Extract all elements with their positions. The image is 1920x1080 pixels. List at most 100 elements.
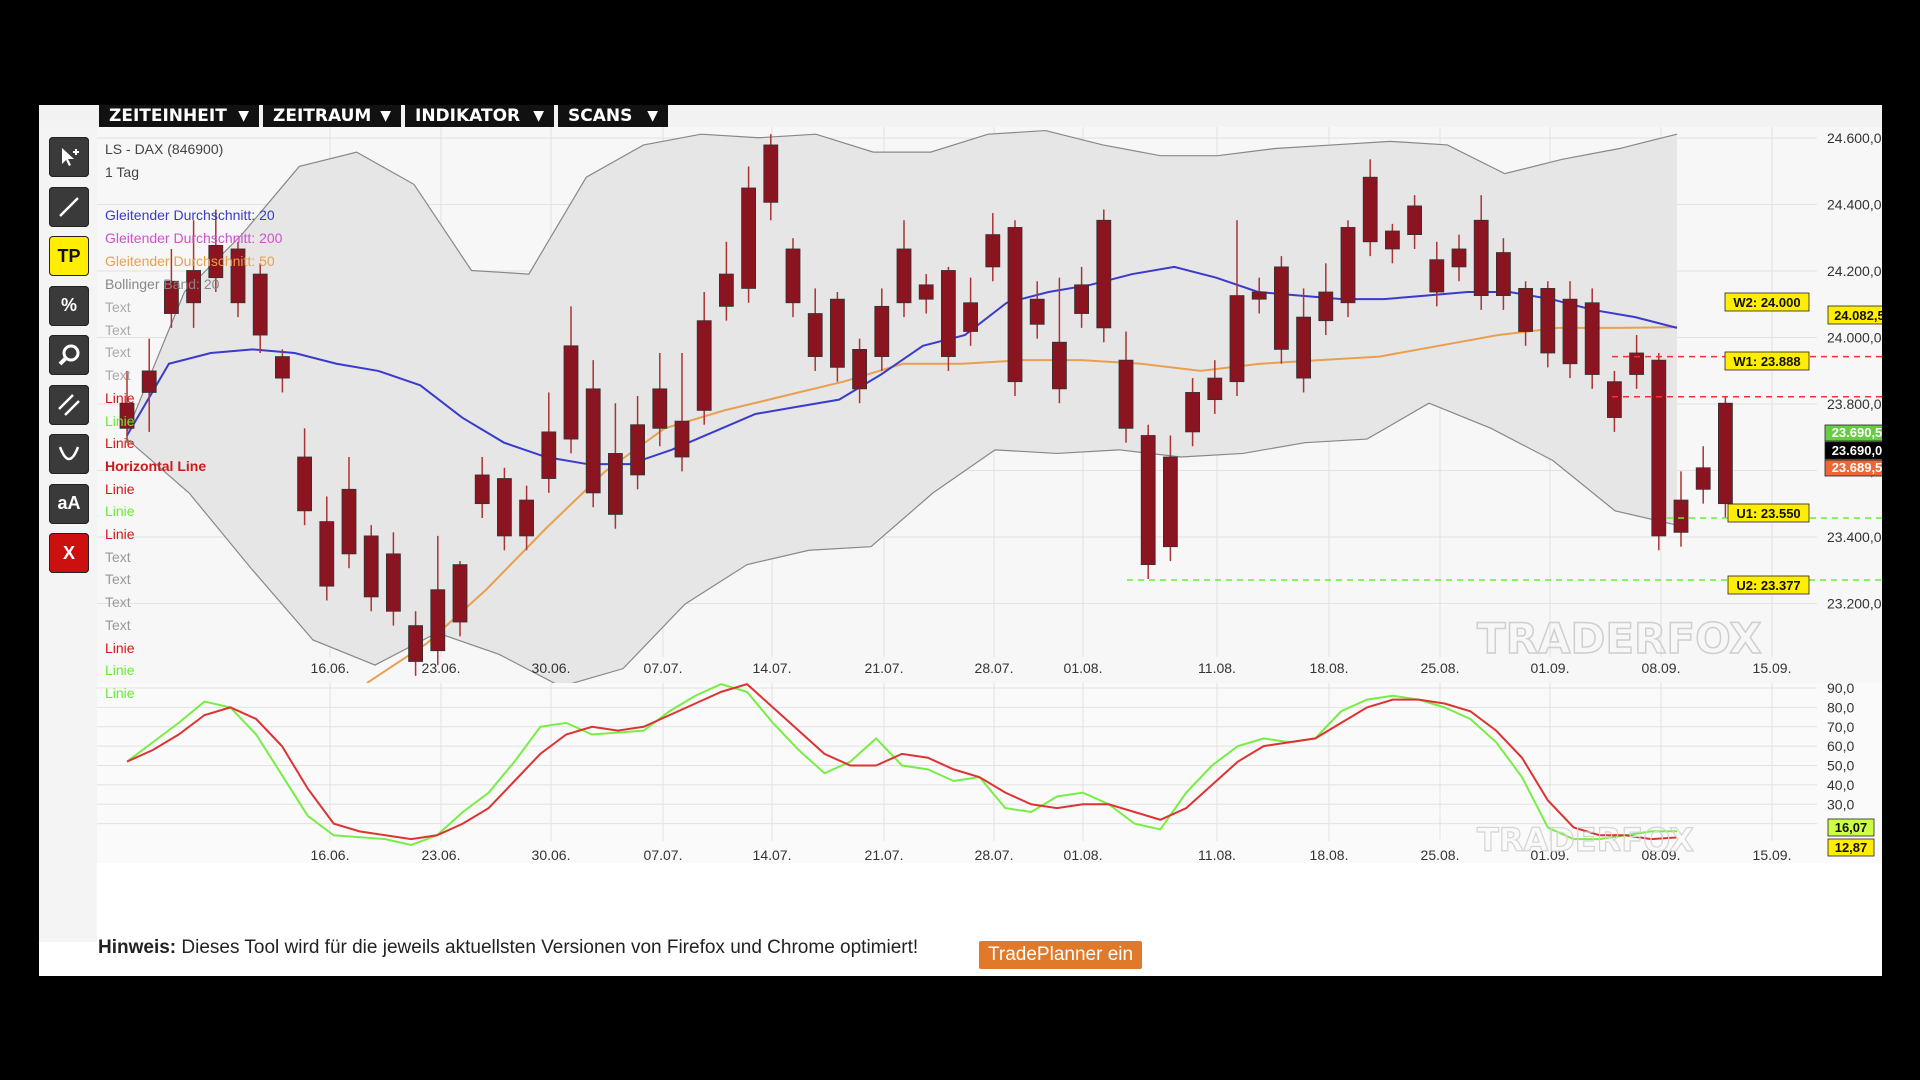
drawing-legend-item[interactable]: Linie [105,435,135,451]
drawing-legend-item[interactable]: Linie [105,526,135,542]
ask-price-tag[interactable]: 23.689,5 [1824,459,1882,477]
candle-body [785,248,801,304]
menu-scans[interactable]: SCANS ▼ [558,105,668,127]
drawing-legend-item[interactable]: Linie [105,503,135,519]
bollinger-legend[interactable]: Bollinger Band: 20 [105,276,219,292]
osc-x-tick-label: 16.06. [311,847,350,863]
candle-body [1562,298,1578,365]
candle-body [563,345,579,440]
osc-x-tick-label: 18.08. [1310,847,1349,863]
w2-tag[interactable]: W2: 24.000 [1724,292,1810,312]
tradeplanner-tool-label: TP [57,245,81,266]
drawing-legend-item[interactable]: Text [105,367,131,383]
drawing-legend-item[interactable]: Linie [105,685,135,701]
candle[interactable] [1651,352,1667,551]
drawing-legend-item[interactable]: Linie [105,390,135,406]
curve-tool-button[interactable] [49,434,89,474]
line-tool-button[interactable] [49,186,89,227]
menu-label: SCANS [568,106,633,126]
u1-tag[interactable]: U1: 23.550 [1727,503,1810,523]
u2-tag-text: U2: 23.377 [1736,578,1800,593]
candle-body [519,499,535,537]
candle[interactable] [1718,396,1733,518]
y-tick-label: 24.600,0 [1827,130,1882,146]
osc-x-tick-label: 21.07. [865,847,904,863]
candle[interactable] [1274,256,1289,364]
bid-price-tag[interactable]: 23.690,5 [1824,424,1882,442]
y-tick-label: 23.200,0 [1827,596,1882,612]
drawing-legend-item[interactable]: Text [105,594,131,610]
parallel-lines-icon [58,393,80,416]
w2-tag-text: W2: 24.000 [1733,295,1800,310]
candle-body [1096,219,1112,329]
drawing-toolbar: TP% aA X [39,127,97,942]
text-tool-button[interactable]: aA [49,483,89,524]
candle-body [763,144,779,203]
tradeplanner-button[interactable]: TradePlanner ein [979,941,1143,969]
candle[interactable] [1007,220,1023,397]
drawing-legend-item[interactable]: Text [105,344,131,360]
candle-body [874,305,890,357]
drawing-legend-item[interactable]: Linie [105,662,135,678]
drawing-legend-item[interactable]: Text [105,571,131,587]
candle[interactable] [1140,424,1156,579]
candle[interactable] [1584,288,1600,389]
x-tick-label: 28.07. [975,660,1014,676]
chevron-down-icon: ▼ [533,108,544,124]
menu-zeitraum[interactable]: ZEITRAUM ▼ [263,105,401,127]
osc-y-tick-label: 60,0 [1827,738,1854,754]
candle[interactable] [1096,209,1112,343]
x-tick-label: 21.07. [865,660,904,676]
w1-tag-text: W1: 23.888 [1733,354,1800,369]
instrument-label[interactable]: LS - DAX (846900) [105,141,223,157]
stoch-d-value-text: 12,87 [1835,840,1868,855]
candle-body [1429,259,1445,293]
delete-tool-button[interactable]: X [49,533,89,573]
candle-body [1607,381,1622,418]
bid-price-tag-text: 23.690,5 [1832,425,1882,440]
sma50-legend[interactable]: Gleitender Durchschnitt: 50 [105,253,275,269]
menu-bar: ZEITEINHEIT ▼ ZEITRAUM ▼ INDIKATOR ▼ SCANS ▼ [39,105,1882,127]
drawing-legend-item[interactable]: Text [105,299,131,315]
candle-body [1362,176,1378,243]
drawing-legend-item[interactable]: Linie [105,481,135,497]
w1-tag[interactable]: W1: 23.888 [1724,351,1810,371]
candle-body [607,453,623,515]
zoom-button[interactable] [49,335,89,375]
candle-body [1118,359,1134,429]
drawing-legend-item[interactable]: Text [105,322,131,338]
y-tick-label: 23.800,0 [1827,396,1882,412]
sma50-value-tag[interactable]: 24.082,57 [1827,305,1882,325]
u2-tag[interactable]: U2: 23.377 [1727,575,1810,595]
candle-body [830,298,845,368]
candle-body [896,248,912,304]
line-tool-icon [59,196,79,217]
menu-indikator[interactable]: INDIKATOR ▼ [405,105,554,127]
drawing-legend-item[interactable]: Text [105,617,131,633]
y-tick-label: 24.400,0 [1827,197,1882,213]
tradeplanner-tool-button[interactable]: TP [49,236,89,276]
parallel-lines-button[interactable] [49,384,89,425]
candle-body [1451,248,1467,268]
price-chart[interactable]: 24.600,0 24.400,0 24.200,0 24.000,0 23.800,0… [97,127,1882,683]
period-label[interactable]: 1 Tag [105,164,139,180]
menu-zeiteinheit[interactable]: ZEITEINHEIT ▼ [99,105,259,127]
pointer-button[interactable] [49,137,89,177]
drawing-legend-item[interactable]: Linie [105,413,135,429]
candle-body [1029,298,1045,325]
candle[interactable] [941,266,956,371]
candle[interactable] [1340,220,1356,318]
y-tick-label: 24.000,0 [1827,330,1882,346]
osc-x-tick-label: 01.08. [1064,847,1103,863]
stochastic-chart[interactable]: 90,080,070,060,050,040,030,020,016.06.23… [97,683,1882,863]
drawing-legend-item[interactable]: Text [105,549,131,565]
candle-body [1185,392,1200,433]
sma20-legend[interactable]: Gleitender Durchschnitt: 20 [105,207,275,223]
delete-tool-label: X [62,542,75,563]
candle-body [319,521,335,587]
drawing-legend-item[interactable]: Linie [105,640,135,656]
last-price-tag[interactable]: 23.690,0 [1824,441,1882,460]
percent-tool-button[interactable]: % [49,285,89,326]
sma200-legend[interactable]: Gleitender Durchschnitt: 200 [105,230,282,246]
drawing-legend-item[interactable]: Horizontal Line [105,458,206,474]
